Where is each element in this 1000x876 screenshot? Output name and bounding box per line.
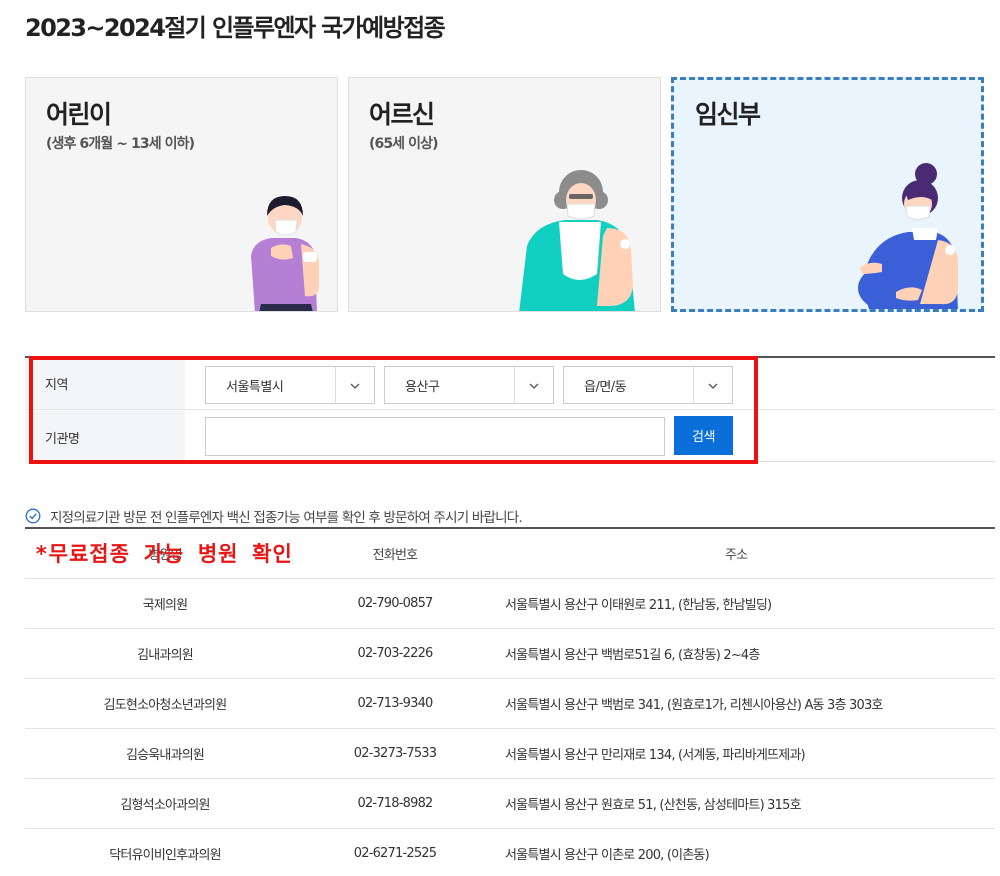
- city-select[interactable]: 서울특별시: [205, 366, 375, 404]
- hospital-phone: 02-713-9340: [357, 696, 433, 711]
- hospital-phone: 02-6271-2525: [353, 846, 437, 861]
- table-row[interactable]: 김형석소아과의원 02-718-8982 서울특별시 용산구 원효로 51, (…: [25, 779, 995, 829]
- search-button[interactable]: 검색: [674, 416, 733, 455]
- hospital-address: 서울특별시 용산구 원효로 51, (산천동, 삼성테마트) 315호: [505, 798, 802, 813]
- hospital-phone: 02-718-8982: [357, 796, 433, 811]
- category-card-pregnant[interactable]: 임신부: [671, 77, 984, 312]
- hospital-address: 서울특별시 용산구 만리재로 134, (서계동, 파리바게뜨제과): [505, 748, 806, 763]
- header-address: 주소: [725, 548, 748, 563]
- chevron-down-icon: [350, 383, 360, 389]
- hospital-name: 김도현소아청소년과의원: [103, 698, 228, 713]
- card-subtitle: (65세 이상): [369, 136, 438, 152]
- check-circle-icon: [25, 508, 41, 524]
- card-title: 임신부: [695, 100, 761, 129]
- table-row[interactable]: 김도현소아청소년과의원 02-713-9340 서울특별시 용산구 백범로 34…: [25, 679, 995, 729]
- child-vaccination-illustration: [251, 196, 319, 311]
- table-row[interactable]: 국제의원 02-790-0857 서울특별시 용산구 이태원로 211, (한남…: [25, 579, 995, 629]
- hospital-address: 서울특별시 용산구 이태원로 211, (한남동, 한남빌딩): [505, 598, 772, 613]
- city-select-value: 서울특별시: [226, 379, 284, 395]
- town-select-value: 읍/면/동: [584, 379, 627, 395]
- institution-name-input[interactable]: [205, 417, 665, 456]
- district-select[interactable]: 용산구: [384, 366, 554, 404]
- chevron-down-icon: [708, 383, 718, 389]
- chevron-down-icon: [529, 383, 539, 389]
- institution-label: 기관명: [25, 411, 185, 463]
- hospital-phone: 02-703-2226: [357, 646, 433, 661]
- table-row[interactable]: 김승욱내과의원 02-3273-7533 서울특별시 용산구 만리재로 134,…: [25, 729, 995, 779]
- hospital-address: 서울특별시 용산구 백범로51길 6, (효창동) 2~4층: [505, 648, 760, 663]
- notice: 지정의료기관 방문 전 인플루엔자 백신 접종가능 여부를 확인 후 방문하여 …: [25, 506, 523, 526]
- table-row[interactable]: 닥터유이비인후과의원 02-6271-2525 서울특별시 용산구 이촌로 20…: [25, 829, 995, 876]
- hospital-address: 서울특별시 용산구 이촌로 200, (이촌동): [505, 848, 710, 863]
- hospital-name: 김승욱내과의원: [125, 748, 205, 763]
- table-row[interactable]: 김내과의원 02-703-2226 서울특별시 용산구 백범로51길 6, (효…: [25, 629, 995, 679]
- institution-row: 기관명 검색: [25, 411, 995, 463]
- hospital-name: 김형석소아과의원: [120, 798, 210, 813]
- region-label: 지역: [25, 358, 185, 409]
- category-cards: 어린이 (생후 6개월 ~ 13세 이하) 어르신 (65세 이상) 임신부: [25, 77, 995, 312]
- free-vaccination-annotation: *무료접종 가능 병원 확인: [35, 542, 293, 566]
- district-select-value: 용산구: [405, 379, 440, 395]
- notice-text: 지정의료기관 방문 전 인플루엔자 백신 접종가능 여부를 확인 후 방문하여 …: [50, 510, 523, 526]
- hospital-name: 국제의원: [142, 598, 188, 613]
- hospital-phone: 02-3273-7533: [353, 746, 437, 761]
- card-title: 어린이: [46, 100, 112, 129]
- region-row: 지역 서울특별시 용산구 읍/면/동: [25, 358, 995, 410]
- pregnant-vaccination-illustration: [858, 163, 958, 309]
- card-subtitle: (생후 6개월 ~ 13세 이하): [46, 136, 195, 152]
- hospital-name: 김내과의원: [137, 648, 194, 663]
- senior-vaccination-illustration: [519, 170, 635, 311]
- hospital-name: 닥터유이비인후과의원: [109, 848, 221, 863]
- header-phone: 전화번호: [372, 548, 418, 563]
- category-card-seniors[interactable]: 어르신 (65세 이상): [348, 77, 661, 312]
- category-card-children[interactable]: 어린이 (생후 6개월 ~ 13세 이하): [25, 77, 338, 312]
- search-form: 지역 서울특별시 용산구 읍/면/동 기관명 검색: [25, 356, 995, 463]
- page-title: 2023~2024절기 인플루엔자 국가예방접종: [25, 14, 446, 42]
- card-title: 어르신: [369, 100, 435, 129]
- town-select[interactable]: 읍/면/동: [563, 366, 733, 404]
- hospital-phone: 02-790-0857: [357, 596, 433, 611]
- results-table: 병원명 전화번호 주소 국제의원 02-790-0857 서울특별시 용산구 이…: [25, 529, 995, 876]
- hospital-address: 서울특별시 용산구 백범로 341, (원효로1가, 리첸시아용산) A동 3층…: [505, 698, 883, 713]
